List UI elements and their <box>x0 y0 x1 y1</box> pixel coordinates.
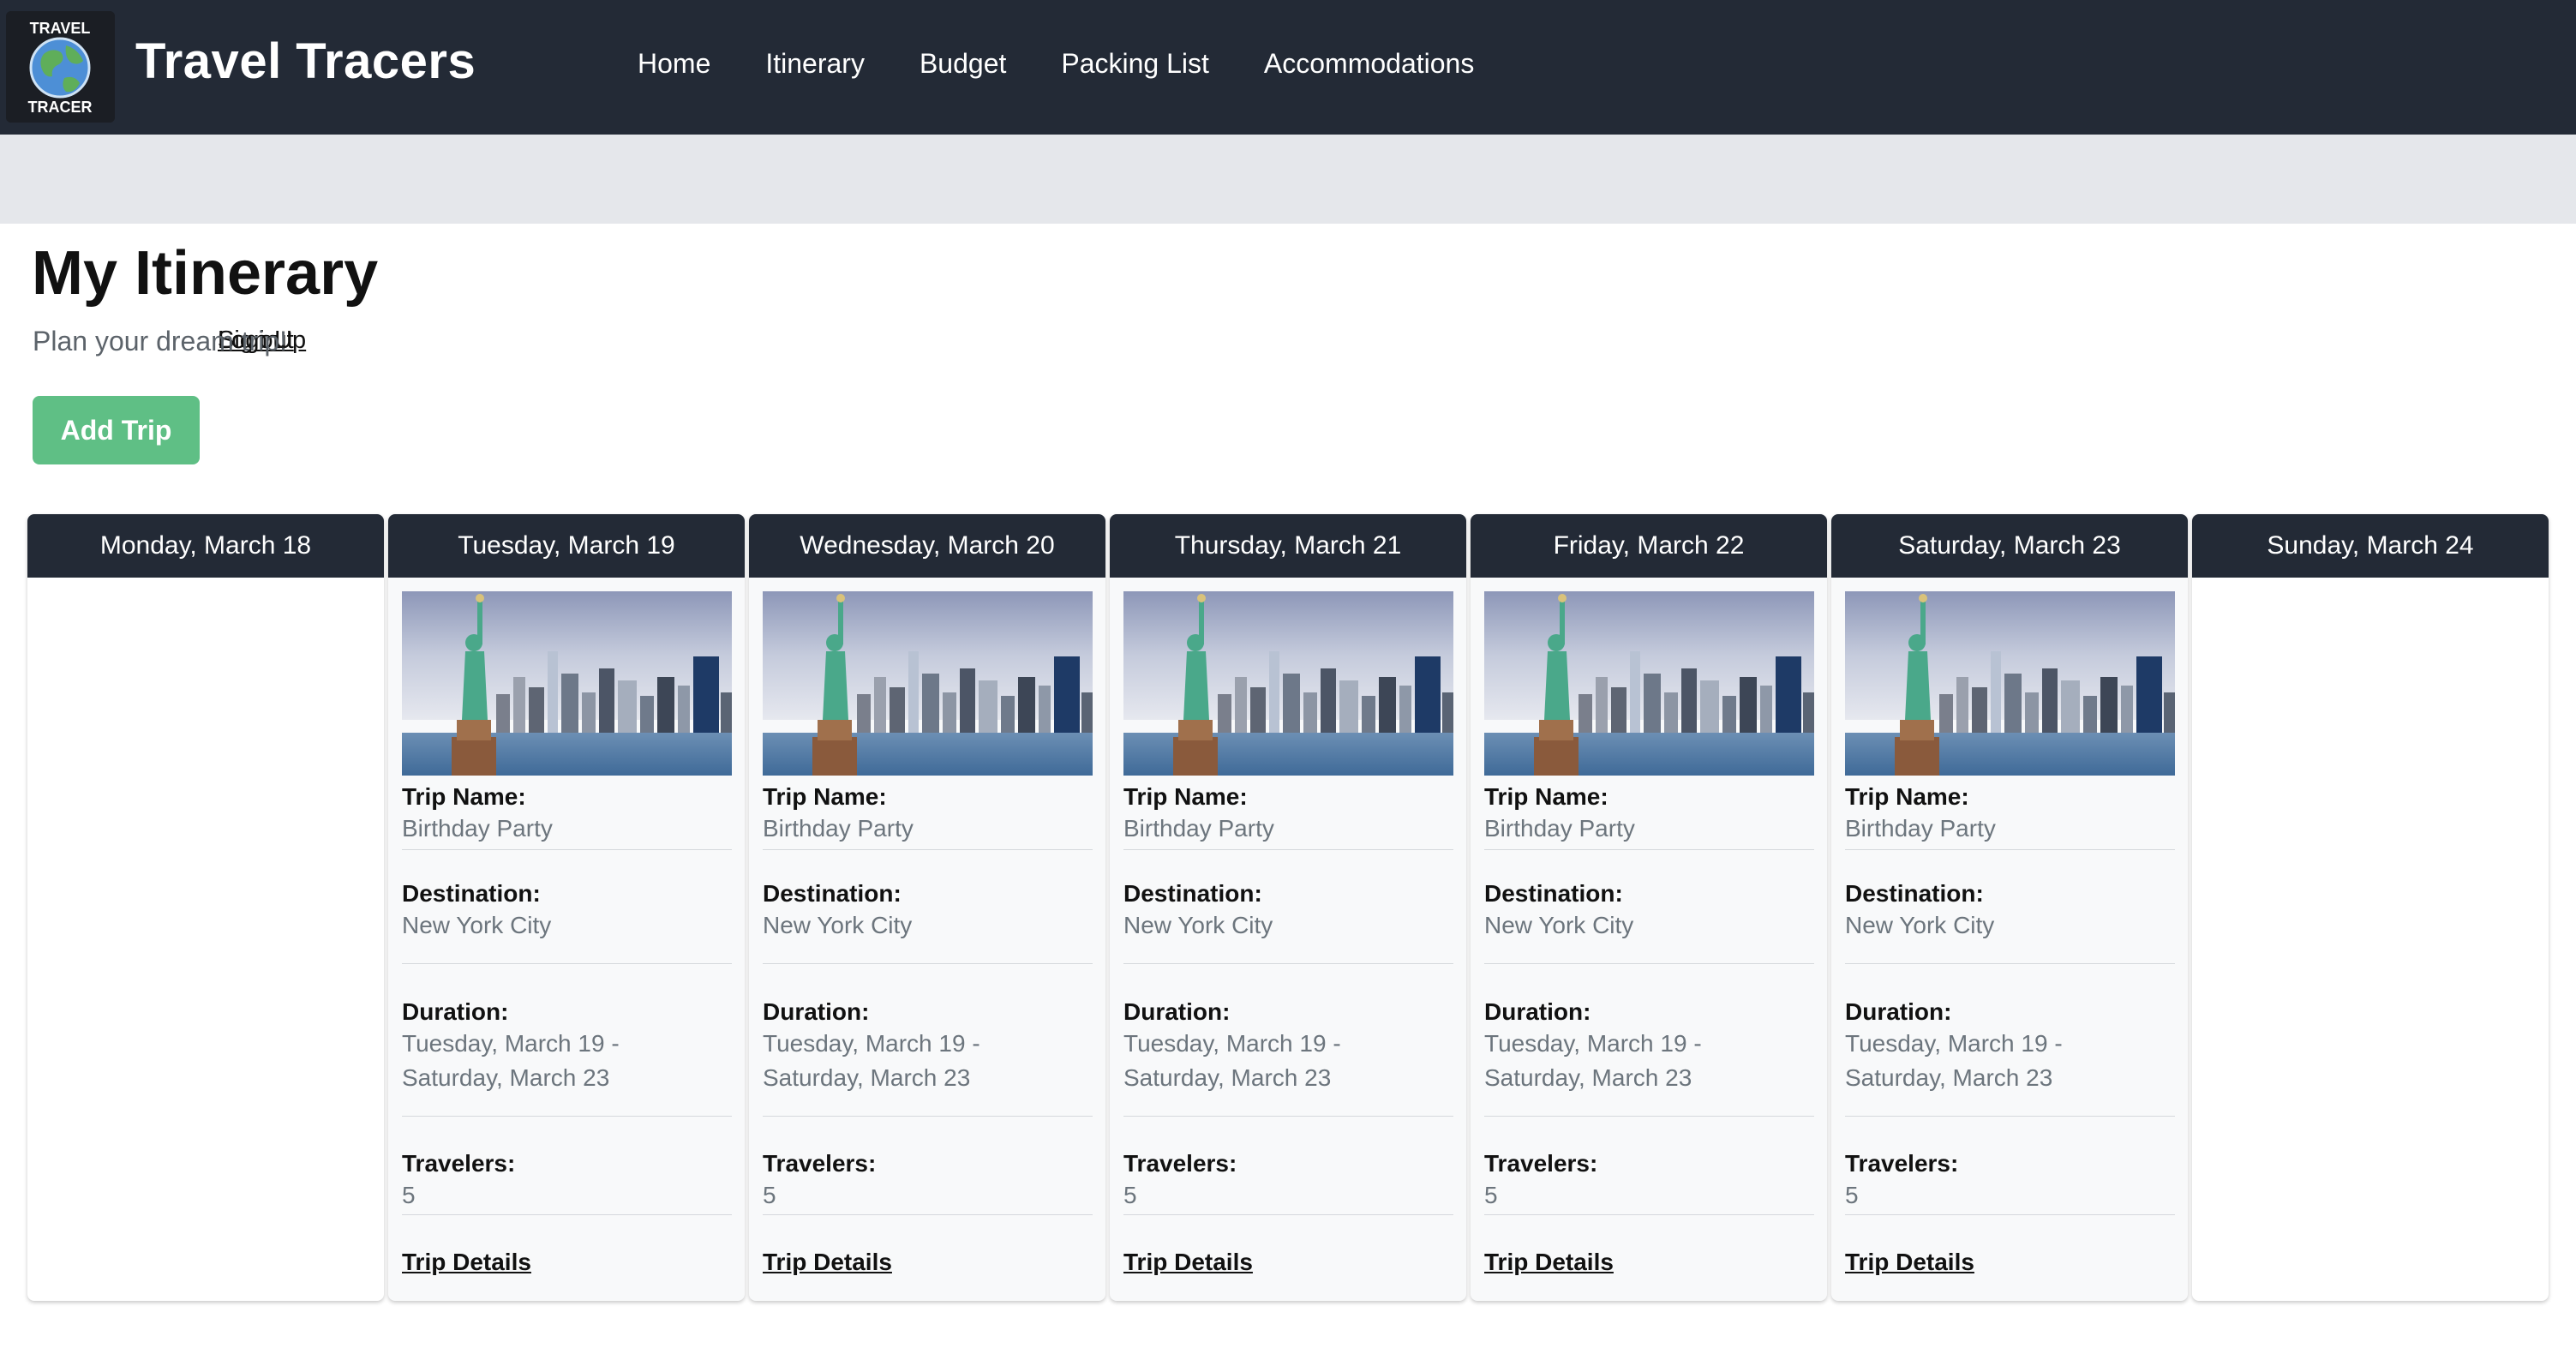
statue-of-liberty-image <box>763 591 1093 776</box>
destination-value: New York City <box>1845 912 1995 938</box>
travelers-value: 5 <box>1123 1182 1137 1208</box>
duration-label: Duration: <box>1123 998 1231 1025</box>
page-title: My Itinerary <box>32 239 379 308</box>
nav-packing-list[interactable]: Packing List <box>1061 48 1209 80</box>
statue-of-liberty-image <box>402 591 732 776</box>
travelers-label: Travelers: <box>402 1150 516 1177</box>
page-subtitle: Plan your dream trip! <box>33 326 288 356</box>
travelers-value: 5 <box>1484 1182 1498 1208</box>
nav-accommodations[interactable]: Accommodations <box>1264 48 1474 80</box>
svg-text:TRACER: TRACER <box>28 99 93 116</box>
trip-details-link[interactable]: Trip Details <box>1123 1249 1253 1276</box>
trip-card: Trip Name: Birthday Party Destination: N… <box>763 591 1093 1275</box>
trip-name-value: Birthday Party <box>402 815 553 842</box>
duration-start-value: Tuesday, March 19 - <box>1845 1030 2063 1057</box>
nav-budget[interactable]: Budget <box>920 48 1006 80</box>
duration-end-value: Saturday, March 23 <box>1484 1064 1692 1091</box>
trip-name-label: Trip Name: <box>1484 783 1609 810</box>
day-column: Sunday, March 24 <box>2192 514 2549 1301</box>
day-header: Saturday, March 23 <box>1831 514 2188 578</box>
trip-name-value: Birthday Party <box>763 815 914 842</box>
top-navbar: TRAVEL TRACER Travel Tracers Home Itiner… <box>0 0 2576 135</box>
trip-card: Trip Name: Birthday Party Destination: N… <box>1123 591 1453 1275</box>
day-column: Saturday, March 23 Trip Name: Birthday P… <box>1831 514 2188 1301</box>
trip-name-label: Trip Name: <box>402 783 526 810</box>
svg-text:TRAVEL: TRAVEL <box>30 20 91 37</box>
brand-name[interactable]: Travel Tracers <box>135 33 476 90</box>
travelers-label: Travelers: <box>1484 1150 1598 1177</box>
travelers-label: Travelers: <box>1123 1150 1237 1177</box>
statue-of-liberty-image <box>1123 591 1453 776</box>
main-nav: Home Itinerary Budget Packing List Accom… <box>638 48 1529 80</box>
duration-label: Duration: <box>1845 998 1952 1025</box>
auth-bar: Sign Up Login Logout <box>0 135 2576 354</box>
statue-of-liberty-image <box>1484 591 1814 776</box>
duration-start-value: Tuesday, March 19 - <box>763 1030 980 1057</box>
trip-name-label: Trip Name: <box>763 783 887 810</box>
day-column: Thursday, March 21 Trip Name: Birthday P… <box>1110 514 1466 1301</box>
trip-card: Trip Name: Birthday Party Destination: N… <box>1845 591 2175 1275</box>
trip-name-value: Birthday Party <box>1484 815 1635 842</box>
day-header: Wednesday, March 20 <box>749 514 1105 578</box>
nav-itinerary[interactable]: Itinerary <box>765 48 865 80</box>
travelers-label: Travelers: <box>1845 1150 1959 1177</box>
duration-start-value: Tuesday, March 19 - <box>402 1030 620 1057</box>
travelers-value: 5 <box>402 1182 416 1208</box>
day-header: Sunday, March 24 <box>2192 514 2549 578</box>
duration-start-value: Tuesday, March 19 - <box>1484 1030 1702 1057</box>
day-header: Friday, March 22 <box>1471 514 1827 578</box>
duration-end-value: Saturday, March 23 <box>402 1064 610 1091</box>
destination-label: Destination: <box>402 880 541 907</box>
duration-end-value: Saturday, March 23 <box>763 1064 971 1091</box>
trip-details-link[interactable]: Trip Details <box>763 1249 892 1276</box>
duration-end-value: Saturday, March 23 <box>1123 1064 1332 1091</box>
duration-label: Duration: <box>763 998 870 1025</box>
duration-start-value: Tuesday, March 19 - <box>1123 1030 1341 1057</box>
statue-of-liberty-image <box>1845 591 2175 776</box>
destination-label: Destination: <box>1484 880 1623 907</box>
trip-details-link[interactable]: Trip Details <box>402 1249 531 1276</box>
trip-name-value: Birthday Party <box>1845 815 1996 842</box>
day-column: Friday, March 22 Trip Name: Birthday Par… <box>1471 514 1827 1301</box>
trip-details-link[interactable]: Trip Details <box>1484 1249 1614 1276</box>
destination-label: Destination: <box>1123 880 1262 907</box>
day-column: Monday, March 18 <box>27 514 384 1301</box>
destination-value: New York City <box>1484 912 1634 938</box>
nav-home[interactable]: Home <box>638 48 710 80</box>
duration-label: Duration: <box>1484 998 1591 1025</box>
trip-card: Trip Name: Birthday Party Destination: N… <box>402 591 732 1275</box>
day-header: Tuesday, March 19 <box>388 514 745 578</box>
duration-end-value: Saturday, March 23 <box>1845 1064 2053 1091</box>
day-header: Thursday, March 21 <box>1110 514 1466 578</box>
destination-value: New York City <box>402 912 552 938</box>
travelers-value: 5 <box>1845 1182 1859 1208</box>
destination-value: New York City <box>1123 912 1273 938</box>
trip-name-label: Trip Name: <box>1123 783 1248 810</box>
week-calendar: Monday, March 18 Tuesday, March 19 Trip … <box>27 514 2549 1301</box>
trip-card: Trip Name: Birthday Party Destination: N… <box>1484 591 1814 1275</box>
travelers-value: 5 <box>763 1182 776 1208</box>
day-column: Wednesday, March 20 Trip Name: Birthday … <box>749 514 1105 1301</box>
day-column: Tuesday, March 19 Trip Name: Birthday Pa… <box>388 514 745 1301</box>
duration-label: Duration: <box>402 998 509 1025</box>
day-header: Monday, March 18 <box>27 514 384 578</box>
add-trip-button[interactable]: Add Trip <box>33 396 200 464</box>
trip-details-link[interactable]: Trip Details <box>1845 1249 1974 1276</box>
trip-name-value: Birthday Party <box>1123 815 1274 842</box>
destination-value: New York City <box>763 912 913 938</box>
destination-label: Destination: <box>763 880 902 907</box>
trip-name-label: Trip Name: <box>1845 783 1969 810</box>
globe-logo-icon[interactable]: TRAVEL TRACER <box>6 11 115 123</box>
destination-label: Destination: <box>1845 880 1984 907</box>
travelers-label: Travelers: <box>763 1150 877 1177</box>
